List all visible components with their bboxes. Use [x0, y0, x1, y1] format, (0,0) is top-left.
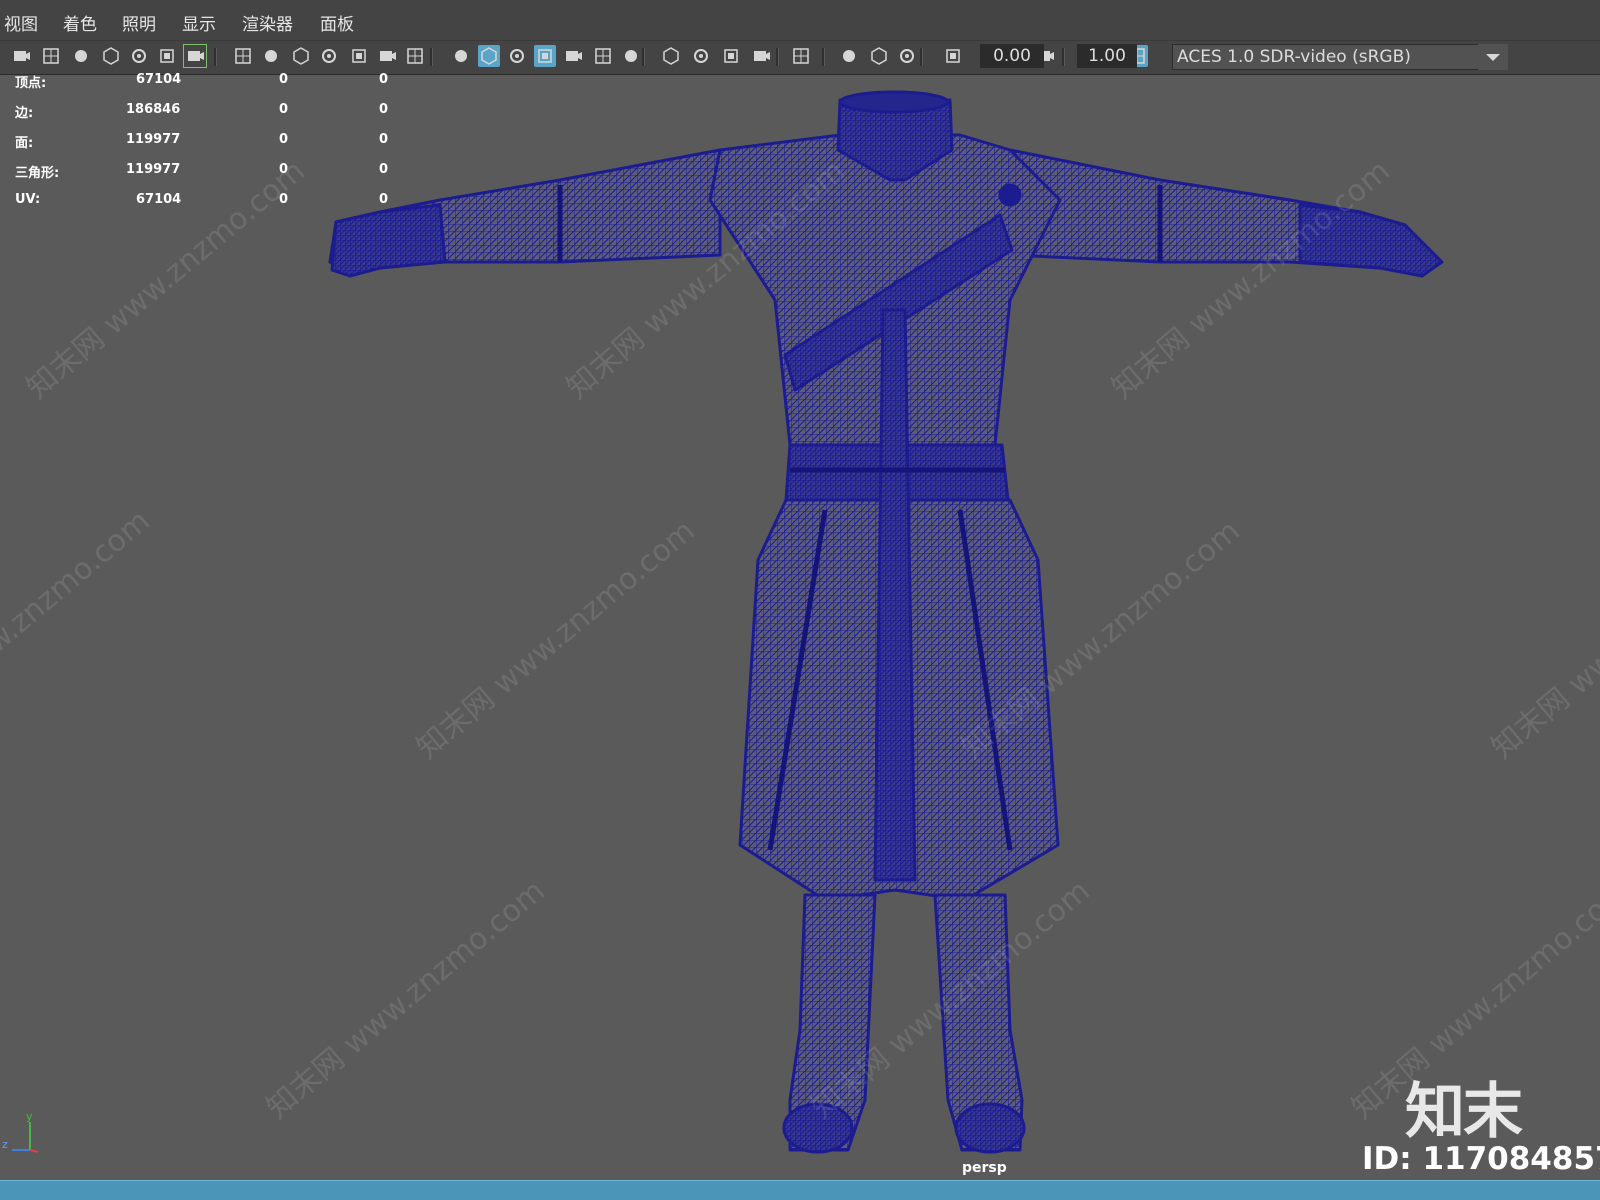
- view-transform-value: ACES 1.0 SDR-video (sRGB): [1177, 47, 1411, 67]
- hud-value: 186846: [126, 102, 181, 117]
- wireframe-on-shaded-icon[interactable]: [534, 45, 556, 67]
- menu-panels[interactable]: 面板: [320, 10, 354, 35]
- shadows-icon[interactable]: [620, 45, 642, 67]
- toolbar-separator: [776, 48, 779, 66]
- hud-value: 0: [279, 132, 289, 147]
- hud-value: 67104: [136, 72, 182, 87]
- xray-active-components-icon[interactable]: [896, 45, 918, 67]
- resolution-gate-icon[interactable]: [290, 45, 312, 67]
- watermark-id: ID: 1170848578: [1362, 1141, 1600, 1177]
- hud-value: 0: [379, 192, 389, 207]
- toolbar-separator: [822, 48, 825, 66]
- toolbar-separator: [214, 48, 217, 66]
- hud-value: 0: [279, 102, 289, 117]
- panel-bottom-bar: [0, 1180, 1600, 1200]
- menu-view[interactable]: 视图: [4, 10, 38, 35]
- camera-attributes-icon[interactable]: [40, 45, 62, 67]
- depth-of-field-icon[interactable]: [750, 45, 772, 67]
- hud-value: 119977: [126, 132, 181, 147]
- hud-value: 0: [379, 102, 389, 117]
- hud-label-triangles: 三角形:: [15, 166, 60, 181]
- motion-blur-icon[interactable]: [690, 45, 712, 67]
- exposure-field[interactable]: 0.00: [980, 44, 1044, 68]
- bookmark-icon[interactable]: [100, 45, 122, 67]
- watermark-logo: 知末: [1405, 1077, 1523, 1147]
- axis-z-label: z: [2, 1138, 8, 1151]
- film-gate-icon[interactable]: [260, 45, 282, 67]
- hud-label-vertices: 顶点:: [15, 76, 47, 91]
- gamma-field[interactable]: 1.00: [1077, 44, 1137, 68]
- toolbar-separator: [430, 48, 433, 66]
- view-axis-gizmo: y z: [0, 1108, 50, 1160]
- hud-value: 0: [279, 192, 289, 207]
- gate-mask-icon[interactable]: [318, 45, 340, 67]
- grease-pencil-icon[interactable]: [183, 44, 207, 68]
- toolbar-separator: [642, 48, 645, 66]
- ambient-occlusion-icon[interactable]: [660, 45, 682, 67]
- image-plane-icon[interactable]: [128, 45, 150, 67]
- hud-label-uvs: UV:: [15, 192, 41, 207]
- isolate-select-icon[interactable]: [790, 45, 812, 67]
- poly-count-hud: 顶点: 67104 0 0 边: 186846 0 0 面: 119977 0 …: [0, 72, 420, 212]
- view-transform-dropdown[interactable]: ACES 1.0 SDR-video (sRGB): [1172, 44, 1508, 70]
- axis-y-label: y: [26, 1110, 33, 1123]
- hud-label-edges: 边:: [15, 106, 34, 121]
- hud-value: 67104: [136, 192, 182, 207]
- default-material-icon[interactable]: [506, 45, 528, 67]
- xray-icon[interactable]: [838, 45, 860, 67]
- safe-title-icon[interactable]: [404, 45, 426, 67]
- hud-value: 119977: [126, 162, 181, 177]
- menu-show[interactable]: 显示: [182, 10, 216, 35]
- exposure-icon[interactable]: [942, 45, 964, 67]
- hud-value: 0: [279, 162, 289, 177]
- toolbar-separator: [920, 48, 923, 66]
- menu-shading[interactable]: 着色: [63, 10, 97, 35]
- chevron-down-icon[interactable]: [1478, 44, 1508, 70]
- perspective-viewport[interactable]: 知末网 www.znzmo.com 知末网 www.znzmo.com 知末网 …: [0, 73, 1600, 1180]
- 2d-pan-zoom-icon[interactable]: [156, 45, 178, 67]
- hud-value: 0: [379, 72, 389, 87]
- menu-renderer[interactable]: 渲染器: [242, 10, 293, 35]
- toolbar-separator: [1062, 48, 1065, 66]
- xray-joints-icon[interactable]: [868, 45, 890, 67]
- panel-menu-bar: 视图 着色 照明 显示 渲染器 面板: [0, 0, 1600, 41]
- field-chart-icon[interactable]: [348, 45, 370, 67]
- hud-value: 0: [379, 162, 389, 177]
- camera-lock-icon[interactable]: [70, 45, 92, 67]
- camera-icon[interactable]: [10, 45, 32, 67]
- menu-lighting[interactable]: 照明: [122, 10, 156, 35]
- safe-action-icon[interactable]: [376, 45, 398, 67]
- camera-name-label: persp: [962, 1160, 1007, 1176]
- grid-icon[interactable]: [232, 45, 254, 67]
- textured-icon[interactable]: [562, 45, 584, 67]
- hud-value: 0: [279, 72, 289, 87]
- hud-label-faces: 面:: [15, 136, 34, 151]
- anti-aliasing-icon[interactable]: [720, 45, 742, 67]
- hud-value: 0: [379, 132, 389, 147]
- wireframe-icon[interactable]: [450, 45, 472, 67]
- use-all-lights-icon[interactable]: [592, 45, 614, 67]
- smooth-shade-icon[interactable]: [478, 45, 500, 67]
